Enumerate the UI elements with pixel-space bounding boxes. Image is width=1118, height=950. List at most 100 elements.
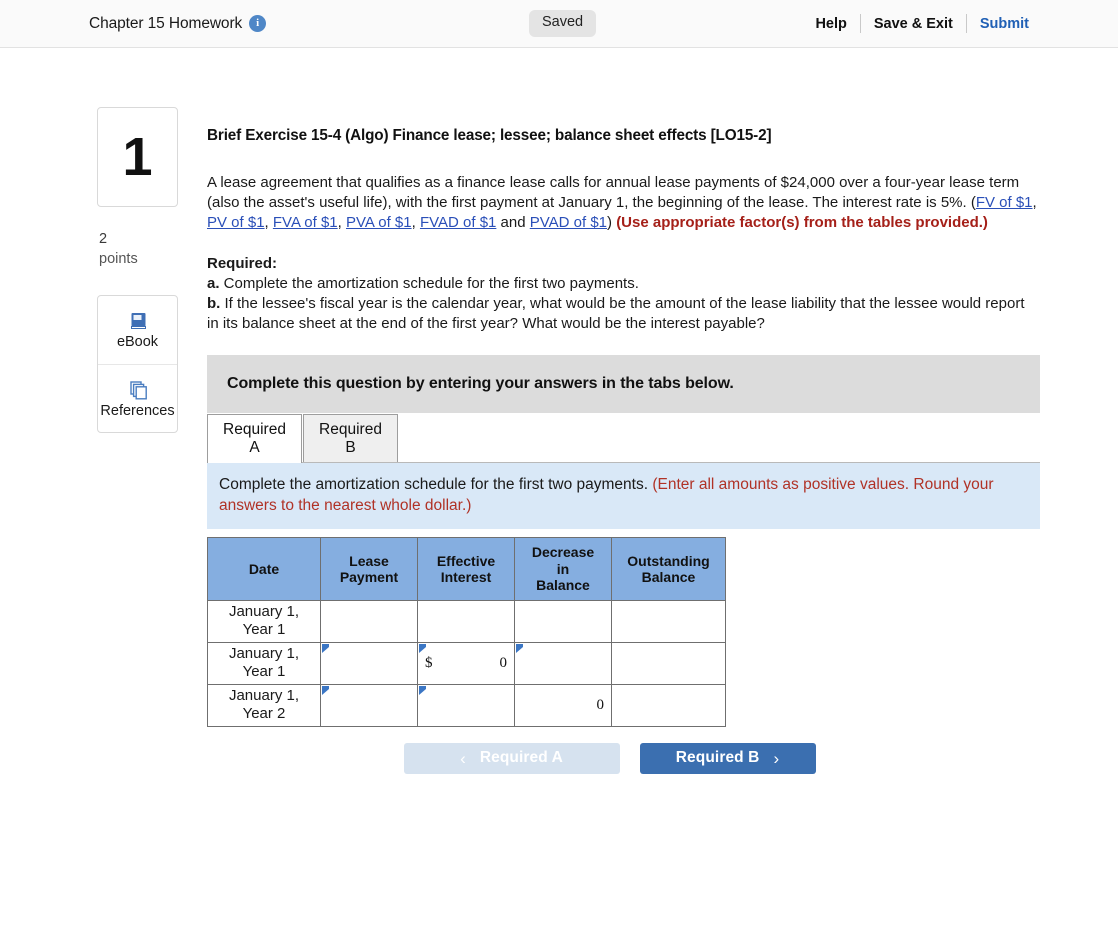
cell-date-row2-l2: Year 1 [242,663,286,681]
cell-lease-payment-row2[interactable] [320,641,418,685]
cell-decrease-in-balance-row3-value: 0 [596,696,605,713]
link-fva-of-1[interactable]: FVA of $1 [273,214,338,231]
required-a-line: a. Complete the amortization schedule fo… [207,274,1040,294]
col-header-outstanding-l2: Balance [641,569,696,586]
conjunction: and [496,214,530,232]
cell-decrease-in-balance-row1[interactable] [514,599,612,643]
cell-lease-payment-row3[interactable] [320,683,418,727]
status-badge: Saved [529,10,597,37]
link-fv-of-1[interactable]: FV of $1 [976,194,1033,211]
cell-date-row2: January 1, Year 1 [207,641,321,685]
required-block: Required: a. Complete the amortization s… [207,254,1040,335]
question-number: 1 [122,127,153,187]
cell-effective-interest-row2[interactable]: $ 0 [417,641,515,685]
points-label: points [99,250,138,267]
cell-date-row1: January 1, Year 1 [207,599,321,643]
cell-effective-interest-row2-wrap: $ 0 [425,643,507,684]
cell-effective-interest-row3[interactable] [417,683,515,727]
link-fvad-of-1[interactable]: FVAD of $1 [420,214,496,231]
cell-effective-interest-row1-value [425,601,507,642]
link-pv-of-1[interactable]: PV of $1 [207,214,265,231]
submit-link[interactable]: Submit [967,16,1029,32]
required-a-nav-button[interactable]: ‹ Required A [403,742,620,774]
answer-tabs: Required A Required B [207,413,1040,464]
required-b-nav-button[interactable]: Required B › [639,742,816,774]
cell-outstanding-balance-row3[interactable] [611,683,726,727]
col-header-decrease-l2: in [556,560,570,577]
cell-date-row2-l1: January 1, [228,645,300,663]
cell-date-row3-l1: January 1, [228,687,300,705]
col-header-effective-interest-l2: Interest [440,569,492,586]
book-icon [127,310,149,332]
table-header-row: Date Lease Payment Effective Interest De… [207,537,726,601]
required-b-nav-label: Required B [675,749,760,767]
link-pva-of-1[interactable]: PVA of $1 [346,214,412,231]
tab-navigation: ‹ Required A Required B › [207,742,1040,774]
save-exit-link[interactable]: Save & Exit [861,16,966,32]
cell-decrease-in-balance-row2[interactable] [514,641,612,685]
cell-decrease-in-balance-row3[interactable]: 0 [514,683,612,727]
ebook-button[interactable]: eBook [98,296,177,364]
comment-flag-icon [419,643,426,653]
page-title: Chapter 15 Homework [89,14,243,32]
topbar-actions: Help Save & Exit Submit [802,14,1029,33]
tab-instruction-main: Complete the amortization schedule for t… [219,476,653,494]
tab-required-b[interactable]: Required B [303,414,398,463]
references-button[interactable]: References [98,364,177,432]
answer-banner-text: Complete this question by entering your … [227,375,734,393]
required-b-marker: b. [207,295,221,313]
exercise-title: Brief Exercise 15-4 (Algo) Finance lease… [207,127,772,144]
prompt-paragraph: A lease agreement that qualifies as a fi… [207,174,1020,212]
cell-lease-payment-row1[interactable] [320,599,418,643]
question-rail: 1 2 points eBook References [97,107,178,434]
tab-required-a-line2: A [249,439,260,457]
help-link[interactable]: Help [802,16,859,32]
sep: , [1032,194,1037,212]
amortization-table: Date Lease Payment Effective Interest De… [207,537,726,727]
chevron-right-icon: › [773,748,780,768]
points-value: 2 [99,231,108,247]
table-row: January 1, Year 2 0 [207,683,726,727]
col-header-outstanding-l1: Outstanding [627,552,710,569]
ebook-label: eBook [116,334,159,351]
copy-pages-icon [127,379,149,401]
col-header-decrease-in-balance: Decrease in Balance [514,537,612,601]
tab-instruction: Complete the amortization schedule for t… [207,463,1040,530]
table-row: January 1, Year 1 $ 0 [207,641,726,685]
paren-close: ) [607,214,617,232]
cell-outstanding-balance-row3-value [619,685,718,726]
col-header-lease-payment-l2: Payment [339,569,399,586]
comment-flag-icon [419,685,426,695]
col-header-date-label: Date [248,560,280,577]
cell-date-row3-l2: Year 2 [242,705,286,723]
cell-effective-interest-row3-value [425,685,507,726]
use-factors-note: (Use appropriate factor(s) from the tabl… [616,214,988,232]
col-header-outstanding-balance: Outstanding Balance [611,537,726,601]
comment-flag-icon [322,685,329,695]
col-header-lease-payment: Lease Payment [320,537,418,601]
tab-required-b-line1: Required [319,420,382,438]
comment-flag-icon [516,643,523,653]
cell-outstanding-balance-row2[interactable] [611,641,726,685]
cell-effective-interest-row1[interactable] [417,599,515,643]
sep: , [264,214,273,232]
required-a-text: Complete the amortization schedule for t… [219,274,639,292]
info-icon[interactable]: i [249,15,267,32]
comment-flag-icon [322,643,329,653]
col-header-decrease-l1: Decrease [531,544,595,561]
col-header-effective-interest-l1: Effective [436,552,496,569]
cell-date-row3: January 1, Year 2 [207,683,321,727]
cell-lease-payment-row1-value [328,601,410,642]
col-header-decrease-l3: Balance [536,577,590,594]
amortization-schedule: Date Lease Payment Effective Interest De… [207,537,1040,727]
cell-outstanding-balance-row1[interactable] [611,599,726,643]
link-pvad-of-1[interactable]: PVAD of $1 [530,214,607,231]
required-a-nav-label: Required A [479,749,563,767]
tab-required-a-line1: Required [223,421,286,439]
chevron-left-icon: ‹ [460,748,466,768]
cell-outstanding-balance-row1-value [619,601,718,642]
cell-date-row1-l1: January 1, [228,603,300,621]
question-number-box: 1 [97,107,178,207]
top-bar: Chapter 15 Homework i Saved Help Save & … [0,0,1118,48]
tab-required-a[interactable]: Required A [207,414,302,464]
